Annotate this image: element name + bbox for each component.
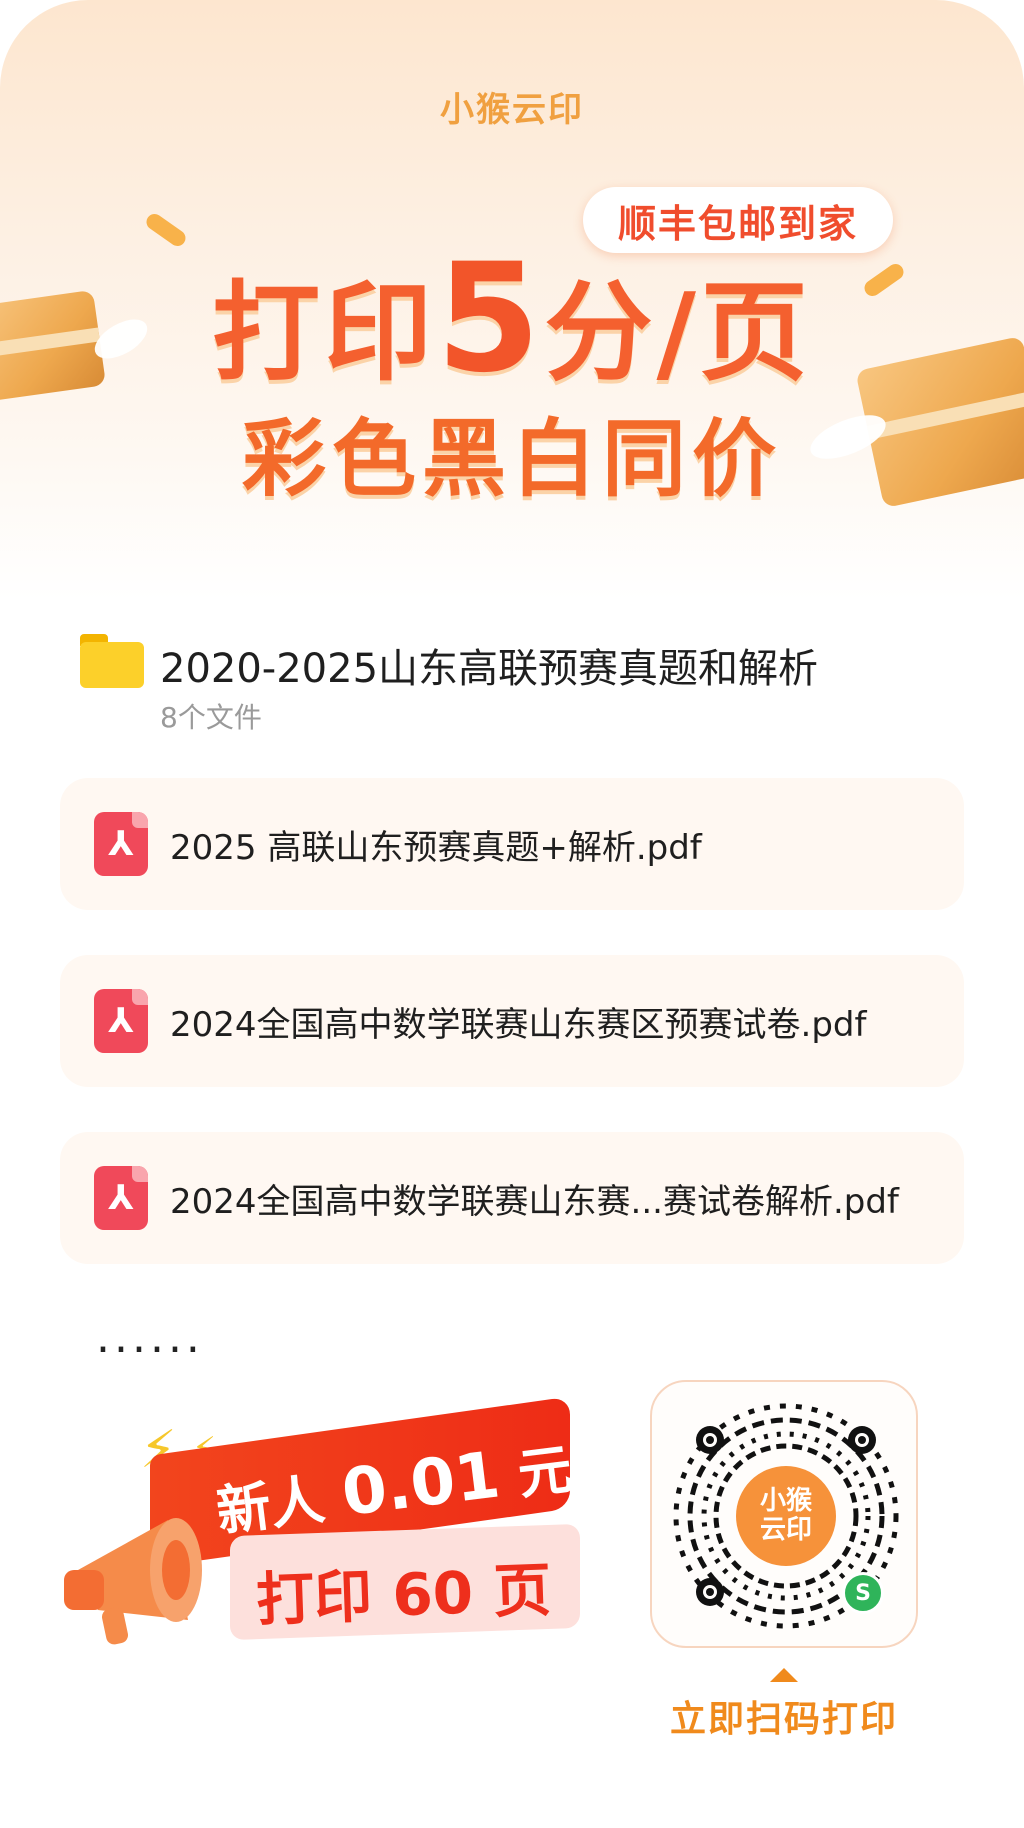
headline-prefix: 打印 [212, 271, 437, 396]
offer2-prefix: 打印 [255, 1562, 374, 1635]
price-subline: 彩色黑白同价 [241, 410, 782, 508]
offer-prefix: 新人 [213, 1467, 328, 1544]
arrow-up-icon [770, 1668, 798, 1682]
offer2-number: 60 [391, 1558, 475, 1630]
page: 小猴云印 顺丰包邮到家 打印5分/页 彩色黑白同价 2020-2025山东高联预… [0, 0, 1024, 1828]
more-files-ellipsis: ...... [96, 1312, 204, 1363]
file-name: 2024全国高中数学联赛山东赛区预赛试卷.pdf [170, 1004, 867, 1045]
scan-to-print-label[interactable]: 立即扫码打印 [650, 1690, 918, 1742]
qr-center-logo: 小猴 云印 [736, 1466, 836, 1566]
file-item[interactable]: ⅄ 2025 高联山东预赛真题+解析.pdf [60, 778, 964, 910]
folder-icon [80, 634, 144, 688]
pdf-icon: ⅄ [94, 1166, 148, 1230]
logo-line: 云印 [759, 1515, 812, 1545]
brand-logo: 小猴云印 [440, 90, 584, 130]
file-name: 2025 高联山东预赛真题+解析.pdf [170, 827, 702, 868]
offer2-unit: 页 [492, 1555, 553, 1626]
logo-line: 小猴 [759, 1486, 812, 1517]
hero-banner: 小猴云印 顺丰包邮到家 打印5分/页 彩色黑白同价 [0, 0, 1024, 600]
megaphone-icon [64, 1518, 202, 1645]
mini-program-icon: S [842, 1572, 884, 1614]
qr-code[interactable]: 小猴 云印 S [650, 1380, 918, 1648]
headline-suffix: 分/页 [544, 271, 812, 396]
pdf-icon: ⅄ [94, 812, 148, 876]
pdf-icon: ⅄ [94, 989, 148, 1053]
file-name: 2024全国高中数学联赛山东赛...赛试卷解析.pdf [170, 1181, 899, 1222]
file-item[interactable]: ⅄ 2024全国高中数学联赛山东赛...赛试卷解析.pdf [60, 1132, 964, 1264]
folder-file-count: 8个文件 [160, 701, 262, 734]
price-headline: 打印5分/页 [0, 232, 1024, 406]
offer-unit: 元 [514, 1437, 576, 1507]
print-pages-offer: 打印 60 页 [255, 1543, 553, 1637]
folder-title: 2020-2025山东高联预赛真题和解析 [160, 646, 819, 692]
file-item[interactable]: ⅄ 2024全国高中数学联赛山东赛区预赛试卷.pdf [60, 955, 964, 1087]
headline-number: 5 [436, 232, 545, 406]
